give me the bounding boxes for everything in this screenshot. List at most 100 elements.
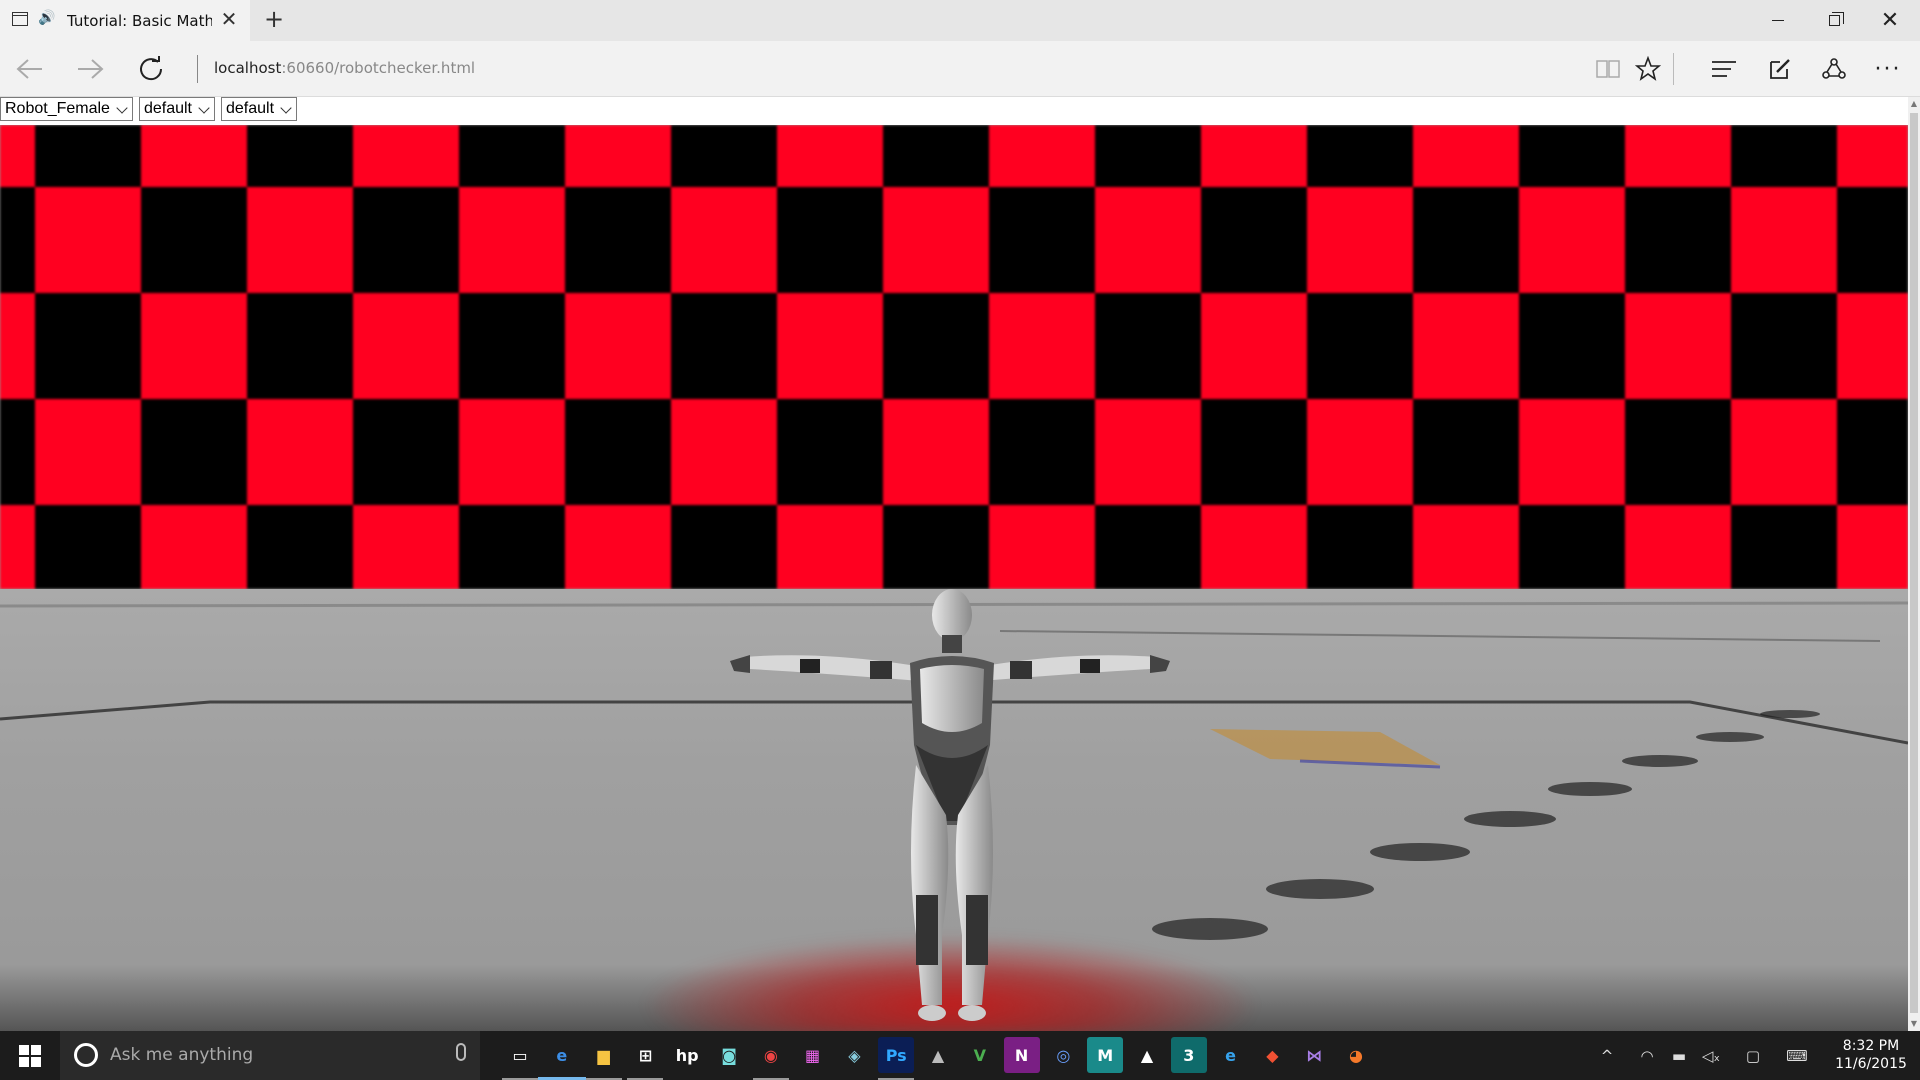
checker-tile: [35, 399, 141, 505]
taskbar-app-internet-explorer[interactable]: e: [1212, 1037, 1249, 1073]
scroll-up-icon[interactable]: ▲: [1908, 97, 1920, 111]
taskbar-app-max[interactable]: 3: [1170, 1037, 1207, 1073]
network-icon[interactable]: ◠: [1636, 1045, 1658, 1067]
reading-view-button[interactable]: [1588, 51, 1628, 87]
address-separator: [197, 55, 198, 83]
checker-tile: [1413, 293, 1519, 399]
checker-tile: [1201, 187, 1307, 293]
checker-tile: [0, 505, 35, 589]
checker-tile: [989, 187, 1095, 293]
more-icon: ···: [1874, 56, 1902, 82]
minimize-button[interactable]: [1750, 0, 1806, 41]
forward-arrow-icon: [78, 59, 104, 79]
page-scrollbar[interactable]: ▲ ▼: [1908, 97, 1920, 1031]
taskbar-app-blender-cycles[interactable]: ◎: [1045, 1037, 1082, 1073]
cortana-icon: [74, 1043, 98, 1067]
checker-tile: [247, 187, 353, 293]
taskbar-app-finder[interactable]: ▲: [920, 1037, 956, 1073]
taskbar-app-photos[interactable]: ▲: [1129, 1037, 1165, 1073]
taskbar-app-git[interactable]: ◆: [1254, 1037, 1291, 1073]
clock[interactable]: 8:32 PM 11/6/2015: [1830, 1037, 1912, 1073]
new-tab-button[interactable]: +: [260, 6, 288, 34]
forward-button[interactable]: [70, 51, 110, 87]
taskbar-app-task-view[interactable]: ▭: [502, 1037, 538, 1080]
toolbar-separator: [1673, 53, 1674, 85]
checker-tile: [1837, 187, 1908, 293]
checker-tile: [0, 125, 35, 187]
keyboard-icon[interactable]: ⌨: [1782, 1045, 1812, 1067]
checker-tile: [353, 125, 459, 187]
checker-tile: [565, 293, 671, 399]
speaker-icon[interactable]: 🔊: [38, 10, 55, 26]
checker-tile: [1519, 187, 1625, 293]
checker-tile: [141, 505, 247, 589]
checker-wall: [0, 125, 1908, 589]
taskbar-app-vim[interactable]: V: [961, 1037, 998, 1073]
tray-chevron-icon[interactable]: ^: [1596, 1045, 1618, 1067]
3d-scene-canvas[interactable]: [0, 125, 1908, 1031]
checker-tile: [565, 125, 671, 187]
back-button[interactable]: [10, 51, 50, 87]
checker-tile: [1095, 125, 1201, 187]
checker-tile: [1625, 505, 1731, 589]
checker-tile: [777, 125, 883, 187]
animation-select[interactable]: default: [221, 97, 298, 121]
hub-button[interactable]: [1704, 51, 1744, 87]
web-note-button[interactable]: [1760, 51, 1800, 87]
scroll-down-icon[interactable]: ▼: [1908, 1017, 1920, 1031]
refresh-button[interactable]: [131, 51, 171, 87]
taskbar-app-hp[interactable]: hp: [669, 1037, 706, 1073]
taskbar-app-apps-grid[interactable]: ▦: [794, 1037, 831, 1073]
checker-tile: [1201, 399, 1307, 505]
checker-tile: [35, 125, 141, 187]
checker-tile: [1307, 505, 1413, 589]
taskbar-app-camera[interactable]: ◙: [711, 1037, 747, 1073]
checker-tile: [1625, 399, 1731, 505]
texture-select[interactable]: default: [138, 97, 215, 121]
more-button[interactable]: ···: [1868, 51, 1908, 87]
checker-tile: [247, 125, 353, 187]
taskbar-app-photoshop[interactable]: Ps: [878, 1037, 915, 1080]
close-window-button[interactable]: ✕: [1862, 0, 1918, 41]
checker-tile: [1731, 505, 1837, 589]
taskbar-app-blender[interactable]: ◕: [1338, 1037, 1374, 1073]
browser-tab[interactable]: 🔊 Tutorial: Basic Math · ✕: [0, 0, 250, 41]
checker-tile: [0, 187, 35, 293]
model-select[interactable]: Robot_Female: [0, 97, 133, 121]
restore-icon: [1828, 12, 1844, 26]
microphone-icon[interactable]: [456, 1043, 466, 1061]
checker-tile: [1519, 505, 1625, 589]
taskbar-app-file-explorer[interactable]: ▆: [585, 1037, 622, 1080]
share-button[interactable]: [1814, 51, 1854, 87]
scrollbar-thumb[interactable]: [1910, 113, 1918, 1013]
windows-logo-icon: [19, 1044, 41, 1067]
restore-button[interactable]: [1806, 0, 1862, 41]
tab-title: Tutorial: Basic Math ·: [67, 12, 212, 30]
taskbar-app-store[interactable]: ⊞: [627, 1037, 664, 1080]
battery-icon[interactable]: ▬: [1668, 1045, 1690, 1067]
clock-time: 8:32 PM: [1842, 1038, 1900, 1054]
checker-tile: [0, 399, 35, 505]
taskbar-app-maya[interactable]: M: [1087, 1037, 1124, 1073]
checker-tile: [1625, 187, 1731, 293]
cortana-search-box[interactable]: Ask me anything: [60, 1031, 480, 1080]
taskbar-app-visual-studio[interactable]: ⋈: [1296, 1037, 1333, 1073]
tab-close-button[interactable]: ✕: [218, 7, 240, 31]
checker-tile: [1307, 399, 1413, 505]
notifications-icon[interactable]: ▢: [1742, 1045, 1764, 1067]
favorite-button[interactable]: [1628, 51, 1668, 87]
checker-tile: [777, 399, 883, 505]
checker-tile: [1837, 125, 1908, 187]
taskbar-app-onenote[interactable]: N: [1003, 1037, 1040, 1073]
address-host: localhost: [214, 59, 282, 77]
volume-muted-icon[interactable]: ◁ₓ: [1700, 1045, 1722, 1067]
taskbar-app-chrome[interactable]: ◉: [752, 1037, 789, 1080]
checker-tile: [459, 399, 565, 505]
taskbar-app-sketch[interactable]: ◈: [836, 1037, 873, 1073]
search-placeholder: Ask me anything: [110, 1045, 254, 1065]
address-bar[interactable]: localhost:60660/robotchecker.html: [214, 59, 475, 77]
checker-tile: [565, 187, 671, 293]
start-button[interactable]: [0, 1031, 60, 1080]
checker-tile: [459, 187, 565, 293]
taskbar-app-edge[interactable]: e: [537, 1037, 586, 1080]
